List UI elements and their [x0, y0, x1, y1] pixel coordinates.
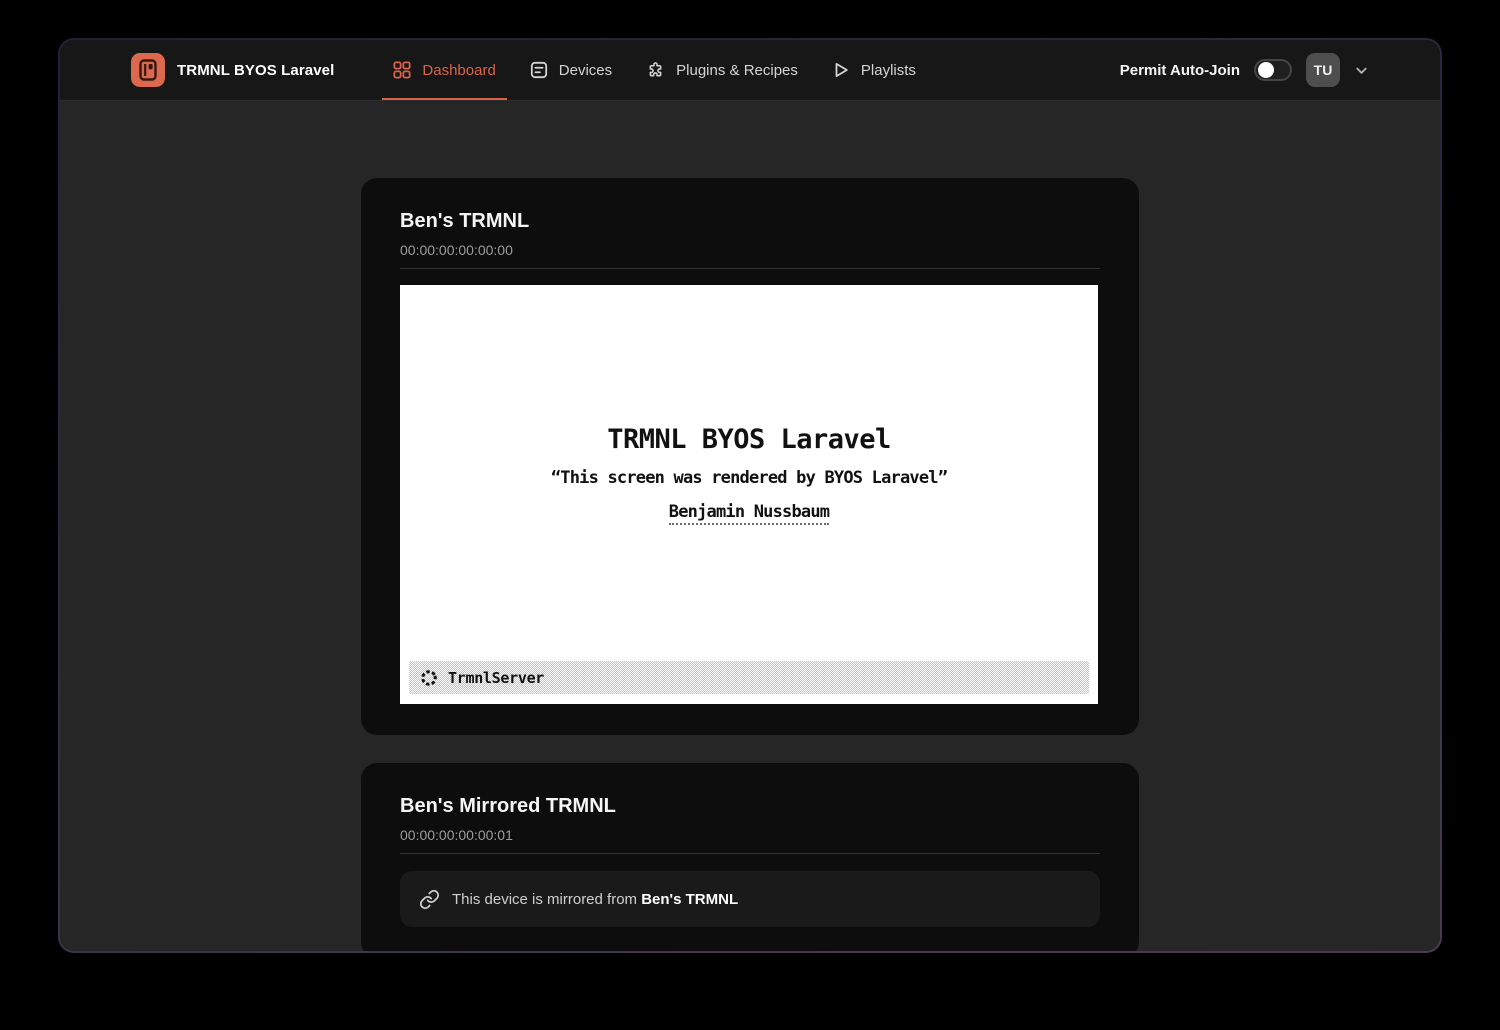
mirror-message: This device is mirrored from Ben's TRMNL: [452, 891, 738, 908]
nav-tabs: Dashboard Devices: [382, 40, 927, 100]
main-content: Ben's TRMNL 00:00:00:00:00:00 TRMNL BYOS…: [60, 101, 1440, 951]
permit-auto-join-toggle[interactable]: [1254, 59, 1292, 81]
brand[interactable]: TRMNL BYOS Laravel: [131, 40, 334, 100]
app-logo-icon: [131, 53, 165, 87]
tab-plugins-recipes[interactable]: Plugins & Recipes: [635, 40, 809, 100]
tab-label: Devices: [559, 62, 612, 79]
brand-title: TRMNL BYOS Laravel: [177, 62, 334, 79]
puzzle-icon: [646, 61, 665, 80]
user-menu-button[interactable]: [1354, 63, 1369, 78]
spinner-icon: [420, 669, 438, 687]
mirror-source-device: Ben's TRMNL: [641, 891, 738, 908]
tab-label: Dashboard: [422, 62, 495, 79]
play-icon: [832, 61, 850, 79]
chevron-down-icon: [1354, 63, 1369, 78]
toggle-knob: [1258, 62, 1274, 78]
device-list-icon: [530, 61, 548, 79]
screen-title: TRMNL BYOS Laravel: [400, 424, 1098, 455]
permit-auto-join-label: Permit Auto-Join: [1120, 62, 1240, 79]
screen-author: Benjamin Nussbaum: [669, 502, 829, 525]
divider: [400, 268, 1100, 269]
user-avatar[interactable]: TU: [1306, 53, 1340, 87]
device-screen-preview[interactable]: TRMNL BYOS Laravel “This screen was rend…: [400, 285, 1098, 704]
tab-dashboard[interactable]: Dashboard: [382, 40, 506, 100]
device-card-bens-mirrored-trmnl: Ben's Mirrored TRMNL 00:00:00:00:00:01 T…: [361, 763, 1139, 951]
screen-quote: “This screen was rendered by BYOS Larave…: [400, 468, 1098, 488]
nav-right: Permit Auto-Join TU: [1120, 40, 1369, 100]
mirror-info-panel: This device is mirrored from Ben's TRMNL: [400, 871, 1100, 927]
screen-status-bar: TrmnlServer: [409, 661, 1089, 694]
top-nav: TRMNL BYOS Laravel Dashboard: [60, 40, 1440, 101]
app-window: TRMNL BYOS Laravel Dashboard: [60, 40, 1440, 951]
tab-label: Plugins & Recipes: [676, 62, 798, 79]
mirror-message-prefix: This device is mirrored from: [452, 891, 641, 908]
device-mac-address: 00:00:00:00:00:00: [400, 240, 1100, 260]
device-mac-address: 00:00:00:00:00:01: [400, 825, 1100, 845]
divider: [400, 853, 1100, 854]
app-window-frame: TRMNL BYOS Laravel Dashboard: [58, 38, 1442, 953]
tab-devices[interactable]: Devices: [519, 40, 623, 100]
tab-playlists[interactable]: Playlists: [821, 40, 927, 100]
device-name: Ben's Mirrored TRMNL: [400, 791, 1100, 821]
screen-status-label: TrmnlServer: [448, 669, 544, 687]
tab-label: Playlists: [861, 62, 916, 79]
device-name: Ben's TRMNL: [400, 206, 1100, 236]
link-icon: [419, 889, 440, 910]
grid-icon: [393, 61, 411, 79]
screen-author-row: Benjamin Nussbaum: [400, 502, 1098, 525]
device-card-bens-trmnl: Ben's TRMNL 00:00:00:00:00:00 TRMNL BYOS…: [361, 178, 1139, 735]
